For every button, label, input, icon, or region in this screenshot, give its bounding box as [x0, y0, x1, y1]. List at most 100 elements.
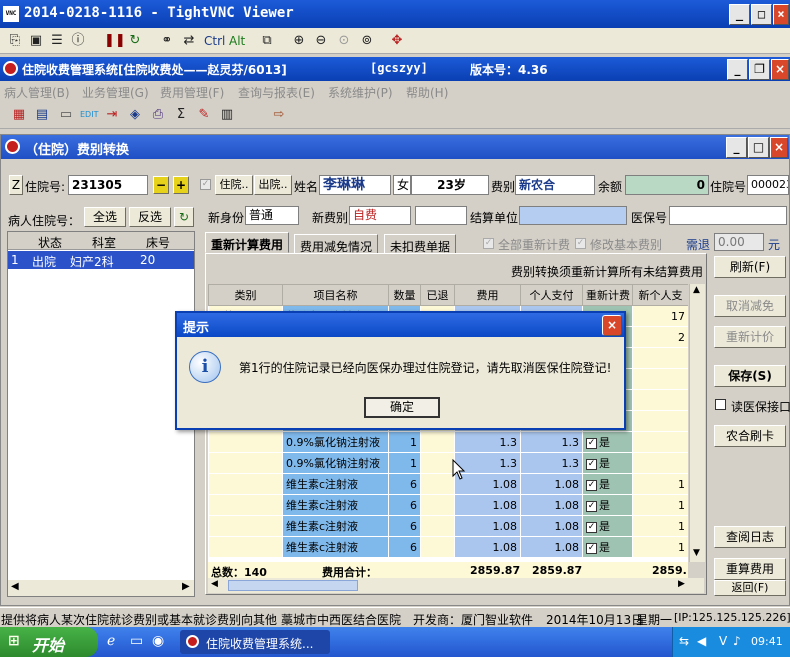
- child-minimize-button[interactable]: _: [726, 137, 747, 158]
- desktop-icon[interactable]: ▭: [130, 633, 143, 649]
- settle-unit-field[interactable]: [519, 206, 627, 225]
- app-close-button[interactable]: ×: [771, 59, 789, 80]
- scroll-down-icon[interactable]: ▼: [693, 548, 700, 558]
- reload-patients-icon[interactable]: ↻: [174, 207, 194, 227]
- modify-basic-checkbox[interactable]: ✓: [575, 238, 586, 249]
- grid-hscrollbar[interactable]: ◀ ▶: [208, 578, 704, 593]
- vnc-maximize-button[interactable]: □: [751, 4, 772, 25]
- print-icon[interactable]: ⎙: [149, 106, 167, 124]
- invert-selection-button[interactable]: 反选: [129, 207, 171, 227]
- scroll-up-icon[interactable]: ▲: [693, 285, 700, 295]
- cell-recalc[interactable]: ✓ 是: [582, 431, 633, 453]
- menu-query[interactable]: 查询与报表(E): [238, 84, 315, 101]
- recalc-price-button[interactable]: 重新计价: [714, 326, 786, 348]
- select-all-button[interactable]: 全选: [84, 207, 126, 227]
- vnc-close-button[interactable]: ×: [773, 4, 789, 25]
- save-button[interactable]: 保存(S): [714, 365, 786, 387]
- left-hscrollbar[interactable]: ◀ ▶: [8, 580, 194, 596]
- fee-row[interactable]: 维生素c注射液 6 1.08 1.08 ✓ 是 1: [208, 536, 688, 558]
- cell-recalc[interactable]: ✓ 是: [582, 515, 633, 537]
- options-icon[interactable]: ☰: [48, 32, 66, 50]
- fee-row[interactable]: 0.9%氯化钠注射液 1 1.3 1.3 ✓ 是: [208, 452, 688, 474]
- save-icon[interactable]: ▣: [27, 32, 45, 50]
- read-insurance-checkbox[interactable]: [715, 399, 726, 410]
- grid-vscrollbar[interactable]: ▲ ▼: [689, 284, 705, 562]
- tray-volume-icon[interactable]: ♪: [733, 634, 741, 648]
- recalc-checkbox[interactable]: ✓: [586, 500, 597, 512]
- zoom-fit-icon[interactable]: ⊚: [358, 32, 376, 50]
- child-maximize-button[interactable]: □: [748, 137, 769, 158]
- tab-reduction[interactable]: 费用减免情况: [294, 234, 379, 254]
- zoom-100-icon[interactable]: ⊙: [335, 32, 353, 50]
- menu-fee[interactable]: 费用管理(F): [160, 84, 224, 101]
- grid-hscroll-thumb[interactable]: [228, 580, 358, 591]
- recalc-checkbox[interactable]: ✓: [586, 521, 597, 533]
- nh-card-button[interactable]: 农合刷卡: [714, 425, 786, 447]
- info-icon[interactable]: ⓘ: [69, 32, 87, 50]
- refresh-button[interactable]: 刷新(F): [714, 256, 786, 278]
- transfer-out-icon[interactable]: ⇥: [103, 106, 121, 124]
- pause-icon[interactable]: ❚❚: [104, 32, 126, 50]
- ctrl-key-button[interactable]: Ctrl: [204, 34, 225, 48]
- recalc-all-checkbox[interactable]: ✓: [483, 238, 494, 249]
- cell-recalc[interactable]: ✓ 是: [582, 452, 633, 474]
- app-minimize-button[interactable]: _: [727, 59, 748, 80]
- z-button[interactable]: Z: [9, 175, 23, 195]
- inpatient-no-input[interactable]: 231305: [68, 175, 148, 195]
- dialog-close-button[interactable]: ×: [602, 315, 622, 336]
- app-restore-button[interactable]: ❐: [749, 59, 770, 80]
- list-icon[interactable]: ▥: [218, 106, 236, 124]
- menu-help[interactable]: 帮助(H): [406, 84, 448, 101]
- tools-icon[interactable]: ✎: [195, 106, 213, 124]
- zoom-out-icon[interactable]: ⊖: [312, 32, 330, 50]
- child-close-button[interactable]: ×: [770, 137, 788, 158]
- patient-row[interactable]: 1 出院 妇产2科 20: [8, 251, 194, 269]
- new-feetype-extra-field[interactable]: [415, 206, 467, 225]
- dialog-ok-button[interactable]: 确定: [364, 397, 440, 418]
- recalc-fee-button[interactable]: 重算费用: [714, 558, 786, 580]
- start-button[interactable]: ⊞ 开始: [0, 627, 98, 657]
- vnc-minimize-button[interactable]: _: [729, 4, 750, 25]
- recalc-checkbox[interactable]: ✓: [586, 542, 597, 554]
- zoom-in-icon[interactable]: ⊕: [290, 32, 308, 50]
- tab-recalc[interactable]: 重新计算费用: [205, 232, 290, 253]
- recalc-checkbox[interactable]: ✓: [586, 437, 597, 449]
- next-patient-button[interactable]: +: [173, 176, 189, 194]
- refresh-icon[interactable]: ↻: [126, 32, 144, 50]
- edit-icon[interactable]: EDIT: [80, 106, 98, 124]
- fullscreen-icon[interactable]: ✥: [388, 32, 406, 50]
- recalc-checkbox[interactable]: ✓: [586, 458, 597, 470]
- new-connection-icon[interactable]: ⎘: [6, 32, 24, 50]
- fee-row[interactable]: 维生素c注射液 6 1.08 1.08 ✓ 是 1: [208, 515, 688, 537]
- discharge-icon[interactable]: ◈: [126, 106, 144, 124]
- card-icon[interactable]: ▭: [57, 106, 75, 124]
- new-identity-field[interactable]: 普通: [245, 206, 299, 225]
- register-icon[interactable]: ▦: [10, 106, 28, 124]
- insurance-no-field[interactable]: [669, 206, 787, 225]
- menu-business[interactable]: 业务管理(G): [82, 84, 149, 101]
- prev-patient-button[interactable]: −: [153, 176, 169, 194]
- zhuyuan-checkbox[interactable]: ✓: [200, 179, 211, 190]
- menu-system[interactable]: 系统维护(P): [328, 84, 393, 101]
- alt-key-button[interactable]: Alt: [229, 34, 245, 48]
- deposit-icon[interactable]: ▤: [33, 106, 51, 124]
- menu-patient[interactable]: 病人管理(B): [4, 84, 70, 101]
- clipboard-icon[interactable]: ⧉: [258, 32, 276, 50]
- fee-row[interactable]: 维生素c注射液 6 1.08 1.08 ✓ 是 1: [208, 473, 688, 495]
- cancel-reduction-button[interactable]: 取消减免: [714, 295, 786, 317]
- scroll-left-icon[interactable]: ◀: [11, 581, 19, 592]
- fee-row[interactable]: 维生素c注射液 6 1.08 1.08 ✓ 是 1: [208, 494, 688, 516]
- exit-icon[interactable]: ⇨: [270, 106, 288, 124]
- cell-recalc[interactable]: ✓ 是: [582, 536, 633, 558]
- view-log-button[interactable]: 查阅日志: [714, 526, 786, 548]
- grid-scroll-left-icon[interactable]: ◀: [211, 579, 218, 589]
- back-button[interactable]: 返回(F): [714, 580, 786, 596]
- link-icon[interactable]: ⚭: [158, 32, 176, 50]
- new-feetype-field[interactable]: 自费: [349, 206, 411, 225]
- tab-unpaid[interactable]: 未扣费单据: [384, 234, 457, 254]
- recalc-checkbox[interactable]: ✓: [586, 479, 597, 491]
- ie-icon[interactable]: ℯ: [107, 633, 115, 649]
- media-icon[interactable]: ◉: [152, 633, 164, 649]
- cell-recalc[interactable]: ✓ 是: [582, 473, 633, 495]
- grid-scroll-right-icon[interactable]: ▶: [678, 579, 685, 589]
